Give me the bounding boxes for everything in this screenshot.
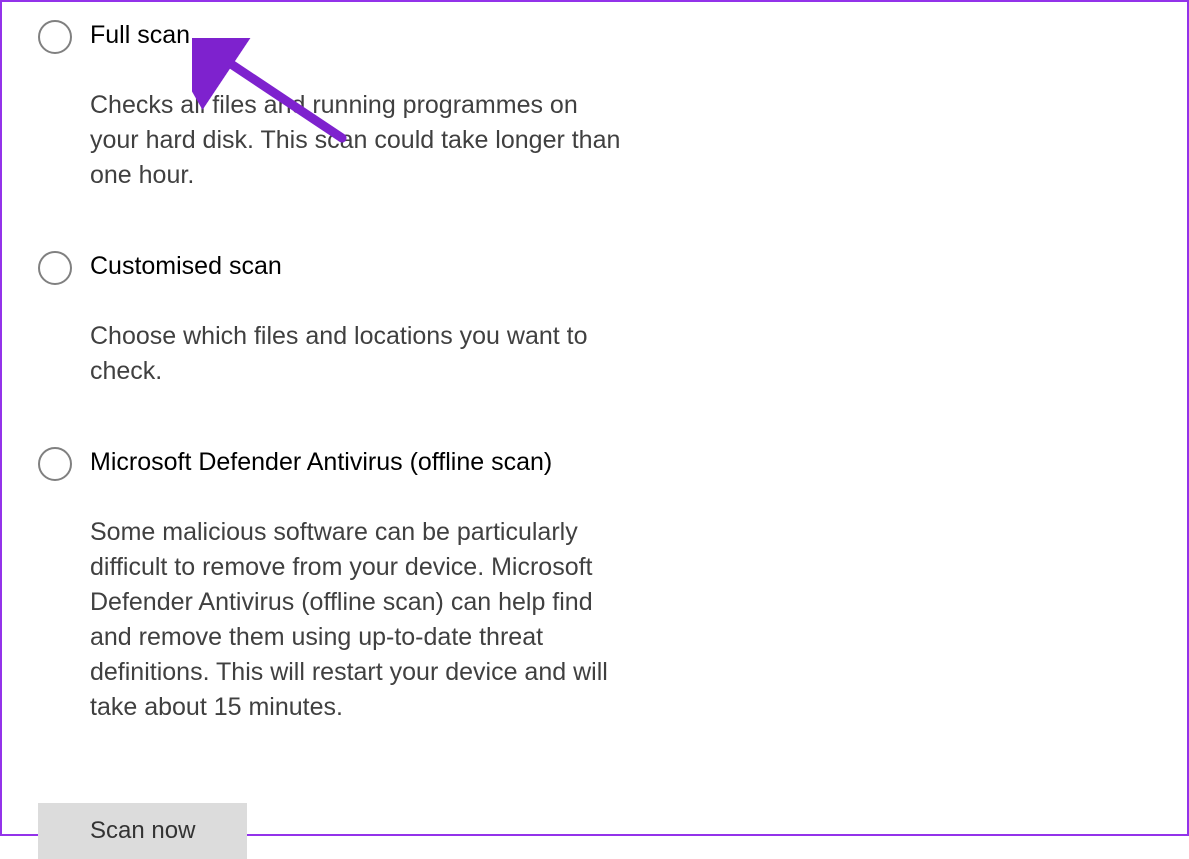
option-description-customised-scan: Choose which files and locations you wan… — [90, 319, 630, 389]
option-title-full-scan: Full scan — [90, 20, 630, 50]
option-description-full-scan: Checks all files and running programmes … — [90, 88, 630, 193]
scan-option-customised-scan: Customised scan Choose which files and l… — [38, 251, 1151, 389]
option-title-customised-scan: Customised scan — [90, 251, 630, 281]
scan-now-button[interactable]: Scan now — [38, 803, 247, 859]
scan-options-panel: Full scan Checks all files and running p… — [0, 0, 1189, 836]
option-title-offline-scan: Microsoft Defender Antivirus (offline sc… — [90, 447, 630, 477]
radio-offline-scan[interactable] — [38, 447, 72, 481]
scan-option-offline-scan: Microsoft Defender Antivirus (offline sc… — [38, 447, 1151, 725]
option-description-offline-scan: Some malicious software can be particula… — [90, 515, 630, 725]
radio-full-scan[interactable] — [38, 20, 72, 54]
option-content-customised-scan: Customised scan Choose which files and l… — [90, 251, 630, 389]
radio-customised-scan[interactable] — [38, 251, 72, 285]
option-content-full-scan: Full scan Checks all files and running p… — [90, 20, 630, 193]
option-content-offline-scan: Microsoft Defender Antivirus (offline sc… — [90, 447, 630, 725]
scan-option-full-scan: Full scan Checks all files and running p… — [38, 20, 1151, 193]
